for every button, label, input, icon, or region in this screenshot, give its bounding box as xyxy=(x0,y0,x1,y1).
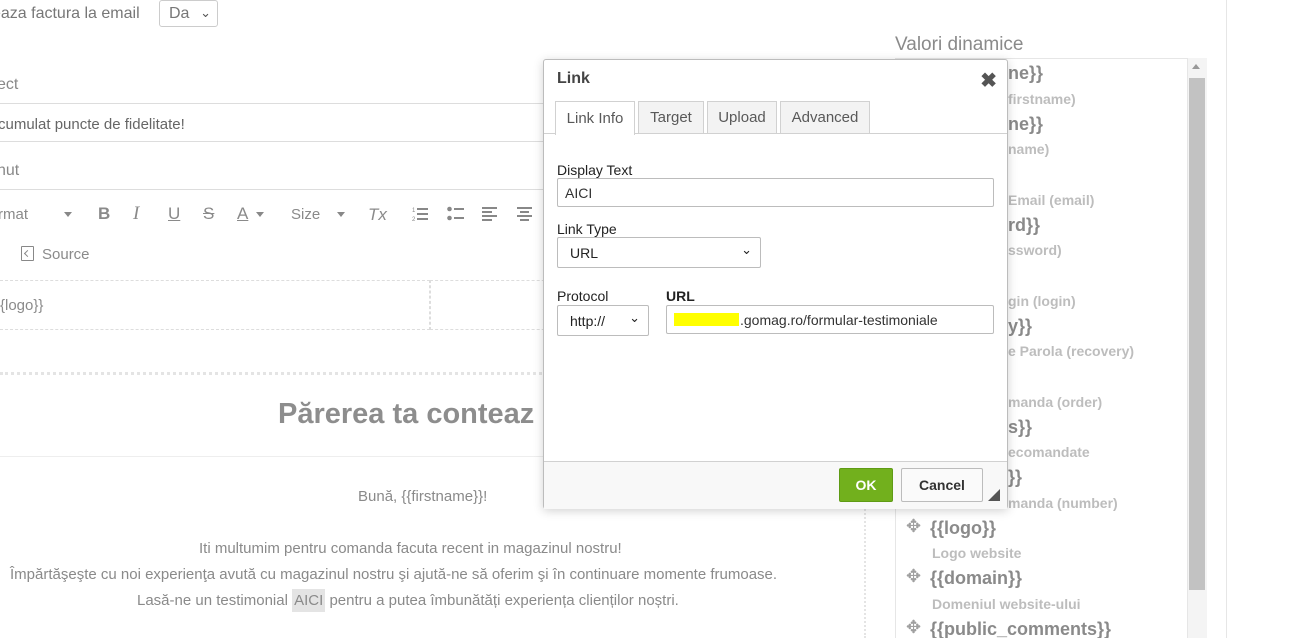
link-type-value: URL xyxy=(570,244,599,261)
subject-label: ect xyxy=(0,76,19,93)
dynamic-value-desc: gin (login) xyxy=(1008,293,1076,309)
tab-link-info[interactable]: Link Info xyxy=(555,101,635,135)
url-input[interactable]: .gomag.ro/formular-testimoniale xyxy=(666,305,994,334)
size-dropdown-arrow-icon xyxy=(337,212,345,217)
align-center-icon[interactable] xyxy=(517,207,532,221)
strikethrough-button[interactable]: S xyxy=(203,204,214,224)
body-line-3-end: pentru a putea îmbunătăți experiența cli… xyxy=(325,592,679,609)
invoice-email-label: eaza factura la email xyxy=(0,5,140,22)
chevron-down-icon: ⌄ xyxy=(629,310,640,325)
bold-button[interactable]: B xyxy=(98,204,110,224)
link-dialog: Link ✖ Link Info Target Upload Advanced … xyxy=(543,59,1008,509)
display-text-input[interactable]: AICI xyxy=(557,178,994,207)
dynamic-value-tag[interactable]: y}} xyxy=(1008,316,1032,337)
redaction-mark xyxy=(674,313,739,326)
logo-placeholder: {logo}} xyxy=(0,297,44,314)
protocol-select[interactable]: http:// ⌄ xyxy=(557,305,649,336)
font-color-arrow-icon xyxy=(256,212,264,217)
cancel-button[interactable]: Cancel xyxy=(901,468,983,502)
dynamic-value-desc: ecomandate xyxy=(1008,444,1090,460)
svg-text:2: 2 xyxy=(412,217,416,222)
dynamic-value-desc: ssword) xyxy=(1008,242,1062,258)
content-label: nut xyxy=(0,162,20,179)
source-icon xyxy=(21,246,34,261)
panel-right-border xyxy=(1226,0,1227,638)
dynamic-value-tag[interactable]: }} xyxy=(1008,467,1022,488)
scrollbar-thumb[interactable] xyxy=(1189,78,1205,590)
link-type-label: Link Type xyxy=(557,221,617,237)
dynamic-value-logo[interactable]: {{logo}} xyxy=(930,518,996,539)
display-text-label: Display Text xyxy=(557,162,633,178)
dynamic-value-tag[interactable]: rd}} xyxy=(1008,215,1040,236)
chevron-down-icon: ⌄ xyxy=(200,5,211,20)
invoice-email-value: Da xyxy=(169,4,190,22)
display-text-value: AICI xyxy=(565,184,593,201)
body-line-3-start: Lasă-ne un testimonial xyxy=(137,592,293,609)
numbered-list-icon[interactable]: 1 2 xyxy=(412,206,428,222)
align-left-icon[interactable] xyxy=(482,207,497,221)
close-icon[interactable]: ✖ xyxy=(980,68,997,93)
dynamic-value-desc: Logo website xyxy=(932,545,1022,561)
move-icon[interactable]: ✥ xyxy=(906,617,921,638)
ok-button[interactable]: OK xyxy=(839,468,893,502)
invoice-email-row: eaza factura la email xyxy=(0,0,148,28)
protocol-label: Protocol xyxy=(557,288,609,304)
invoice-email-select[interactable]: Da ⌄ xyxy=(159,0,218,27)
tab-target[interactable]: Target xyxy=(638,101,704,133)
format-dropdown-arrow-icon xyxy=(64,212,72,217)
url-value: .gomag.ro/formular-testimoniale xyxy=(740,311,938,328)
move-icon[interactable]: ✥ xyxy=(906,516,921,537)
dynamic-value-domain[interactable]: {{domain}} xyxy=(930,568,1022,589)
email-headline: Părerea ta conteaz xyxy=(278,398,535,430)
dynamic-value-public-comments[interactable]: {{public_comments}} xyxy=(930,619,1111,638)
link-type-select[interactable]: URL ⌄ xyxy=(557,237,761,268)
dynamic-values-title: Valori dinamice xyxy=(895,34,1024,55)
body-line-2: Împărtăşeşte cu noi experienţa avută cu … xyxy=(10,566,778,583)
dynamic-value-desc: e Parola (recovery) xyxy=(1008,343,1135,359)
source-button[interactable]: Source xyxy=(42,246,90,263)
content-divider xyxy=(0,189,560,190)
tab-upload[interactable]: Upload xyxy=(707,101,777,133)
dynamic-value-desc: Email (email) xyxy=(1008,192,1095,208)
dynamic-value-tag[interactable]: ne}} xyxy=(1008,63,1043,84)
protocol-value: http:// xyxy=(570,312,606,329)
dialog-title: Link xyxy=(557,70,590,87)
dynamic-value-tag[interactable]: ne}} xyxy=(1008,114,1043,135)
logo-cell[interactable] xyxy=(0,280,430,330)
size-dropdown[interactable]: Size xyxy=(291,206,320,223)
body-line-1: Iti multumim pentru comanda facuta recen… xyxy=(199,540,622,557)
underline-button[interactable]: U xyxy=(168,204,180,224)
scroll-up-icon[interactable] xyxy=(1192,64,1200,69)
dynamic-value-desc: Domeniul website-ului xyxy=(932,596,1081,612)
greeting-text: Bună, {{firstname}}! xyxy=(358,488,488,505)
dynamic-value-tag[interactable]: s}} xyxy=(1008,417,1032,438)
subject-value: cumulat puncte de fidelitate! xyxy=(0,116,185,133)
body-line-3: Lasă-ne un testimonial AICI pentru a put… xyxy=(137,589,679,612)
font-color-button[interactable]: A xyxy=(237,204,248,224)
header-cell-right[interactable] xyxy=(430,280,560,330)
italic-button[interactable]: I xyxy=(133,203,139,225)
url-label: URL xyxy=(666,288,695,304)
resize-handle-icon[interactable] xyxy=(988,489,1000,501)
format-dropdown[interactable]: rmat xyxy=(0,206,28,223)
move-icon[interactable]: ✥ xyxy=(906,566,921,587)
tab-advanced[interactable]: Advanced xyxy=(780,101,870,133)
dynamic-value-desc: manda (number) xyxy=(1008,495,1118,511)
bullet-list-icon[interactable] xyxy=(447,206,464,222)
remove-format-button[interactable]: Tx xyxy=(368,205,387,225)
chevron-down-icon: ⌄ xyxy=(741,242,752,257)
svg-text:1: 1 xyxy=(412,208,416,214)
dynamic-value-desc: manda (order) xyxy=(1008,394,1103,410)
testimonial-link[interactable]: AICI xyxy=(292,589,326,612)
dynamic-value-desc: firstname) xyxy=(1008,91,1076,107)
dynamic-value-desc: name) xyxy=(1008,141,1050,157)
